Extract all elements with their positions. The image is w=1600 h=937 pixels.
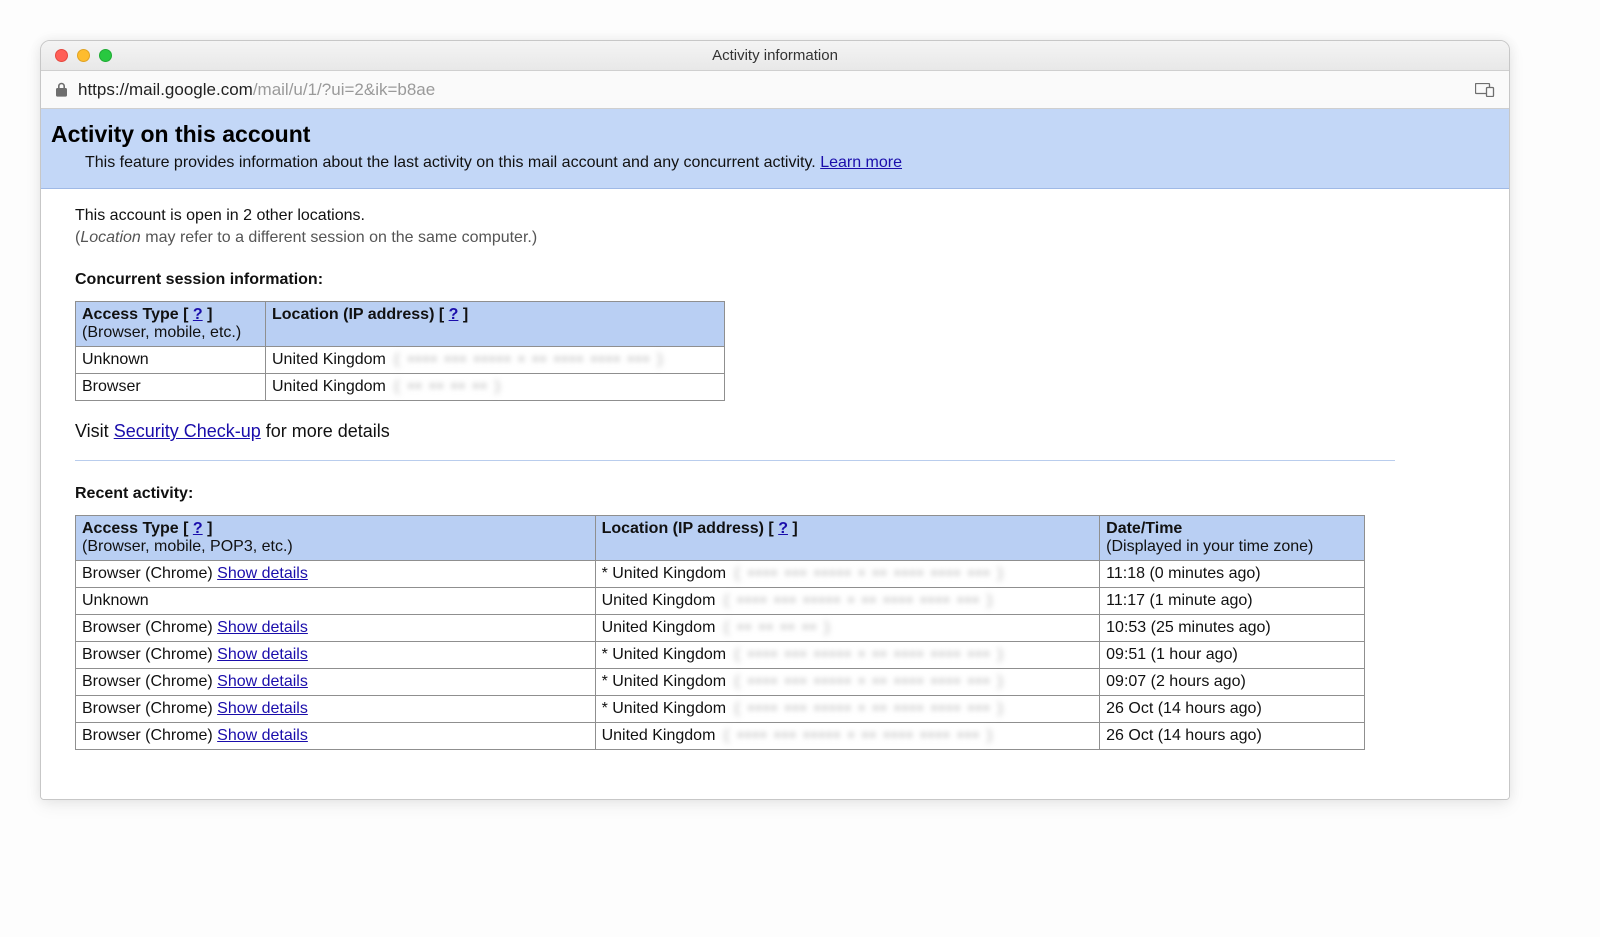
cell-access-type: Browser (Chrome) Show details bbox=[76, 561, 596, 588]
show-details-link[interactable]: Show details bbox=[217, 646, 308, 663]
section-divider bbox=[75, 460, 1395, 461]
cell-datetime: 10:53 (25 minutes ago) bbox=[1100, 615, 1365, 642]
learn-more-link[interactable]: Learn more bbox=[820, 154, 902, 171]
cell-datetime: 26 Oct (14 hours ago) bbox=[1100, 723, 1365, 750]
redacted-ip: ( •••• ••• ••••• • •• •••• •••• ••• ) bbox=[735, 673, 1005, 691]
redacted-ip: ( •••• ••• ••••• • •• •••• •••• ••• ) bbox=[735, 700, 1005, 718]
help-access-type-icon[interactable]: ? bbox=[193, 306, 203, 323]
cell-access-type: Browser bbox=[76, 374, 266, 401]
cell-location: * United Kingdom ( •••• ••• ••••• • •• •… bbox=[595, 561, 1100, 588]
window-title: Activity information bbox=[41, 47, 1509, 64]
show-details-link[interactable]: Show details bbox=[217, 565, 308, 582]
table-row: Browser (Chrome) Show details* United Ki… bbox=[76, 696, 1365, 723]
cell-datetime: 09:07 (2 hours ago) bbox=[1100, 669, 1365, 696]
url-bar[interactable]: https://mail.google.com/mail/u/1/?ui=2&i… bbox=[41, 71, 1509, 109]
browser-window: Activity information https://mail.google… bbox=[40, 40, 1510, 800]
show-details-link[interactable]: Show details bbox=[217, 673, 308, 690]
lock-icon bbox=[55, 82, 68, 97]
cell-location: * United Kingdom ( •••• ••• ••••• • •• •… bbox=[595, 696, 1100, 723]
cell-location: * United Kingdom ( •••• ••• ••••• • •• •… bbox=[595, 669, 1100, 696]
banner-subtext: This feature provides information about … bbox=[85, 154, 1493, 172]
help-location-icon[interactable]: ? bbox=[449, 306, 459, 323]
recent-activity-table: Access Type [ ? ] (Browser, mobile, POP3… bbox=[75, 515, 1365, 750]
activity-banner: Activity on this account This feature pr… bbox=[41, 109, 1509, 189]
redacted-ip: ( •••• ••• ••••• • •• •••• •••• ••• ) bbox=[735, 646, 1005, 664]
open-locations-note: This account is open in 2 other location… bbox=[75, 207, 1509, 225]
cell-datetime: 11:18 (0 minutes ago) bbox=[1100, 561, 1365, 588]
col-access-type: Access Type [ ? ] (Browser, mobile, etc.… bbox=[76, 302, 266, 347]
security-checkup-link[interactable]: Security Check-up bbox=[114, 421, 261, 441]
cell-location: United Kingdom ( •••• ••• ••••• • •• •••… bbox=[595, 588, 1100, 615]
help-location-recent-icon[interactable]: ? bbox=[778, 520, 788, 537]
cell-access-type: Unknown bbox=[76, 588, 596, 615]
url-text: https://mail.google.com/mail/u/1/?ui=2&i… bbox=[78, 81, 435, 98]
cell-datetime: 26 Oct (14 hours ago) bbox=[1100, 696, 1365, 723]
col-location-recent: Location (IP address) [ ? ] bbox=[595, 516, 1100, 561]
redacted-ip: ( •• •• •• •• ) bbox=[394, 378, 502, 396]
cell-location: United Kingdom ( •••• ••• ••••• • •• •••… bbox=[595, 723, 1100, 750]
redacted-ip: ( •••• ••• ••••• • •• •••• •••• ••• ) bbox=[724, 727, 994, 745]
redacted-ip: ( •••• ••• ••••• • •• •••• •••• ••• ) bbox=[735, 565, 1005, 583]
window-titlebar: Activity information bbox=[41, 41, 1509, 71]
help-access-type-recent-icon[interactable]: ? bbox=[193, 520, 203, 537]
cell-access-type: Browser (Chrome) Show details bbox=[76, 669, 596, 696]
url-host: https://mail.google.com bbox=[78, 80, 253, 99]
redacted-ip: ( •••• ••• ••••• • •• •••• •••• ••• ) bbox=[724, 592, 994, 610]
table-row: Browser (Chrome) Show details* United Ki… bbox=[76, 669, 1365, 696]
location-note: (Location may refer to a different sessi… bbox=[75, 229, 1509, 247]
cell-access-type: Browser (Chrome) Show details bbox=[76, 615, 596, 642]
cell-access-type: Browser (Chrome) Show details bbox=[76, 696, 596, 723]
col-datetime: Date/Time (Displayed in your time zone) bbox=[1100, 516, 1365, 561]
cell-access-type: Browser (Chrome) Show details bbox=[76, 723, 596, 750]
url-path: /mail/u/1/?ui=2&ik=b8ae bbox=[253, 80, 435, 99]
page-content: Activity on this account This feature pr… bbox=[41, 109, 1509, 799]
show-details-link[interactable]: Show details bbox=[217, 619, 308, 636]
table-row: UnknownUnited Kingdom ( •••• ••• ••••• •… bbox=[76, 347, 725, 374]
table-row: BrowserUnited Kingdom ( •• •• •• •• ) bbox=[76, 374, 725, 401]
cell-location: * United Kingdom ( •••• ••• ••••• • •• •… bbox=[595, 642, 1100, 669]
security-checkup-line: Visit Security Check-up for more details bbox=[75, 421, 1509, 442]
cell-datetime: 11:17 (1 minute ago) bbox=[1100, 588, 1365, 615]
show-details-link[interactable]: Show details bbox=[217, 700, 308, 717]
recent-activity-title: Recent activity: bbox=[75, 485, 1509, 503]
page-title: Activity on this account bbox=[51, 121, 1493, 148]
table-row: Browser (Chrome) Show detailsUnited King… bbox=[76, 615, 1365, 642]
col-access-type-recent: Access Type [ ? ] (Browser, mobile, POP3… bbox=[76, 516, 596, 561]
cell-location: United Kingdom ( •••• ••• ••••• • •• •••… bbox=[266, 347, 725, 374]
table-row: Browser (Chrome) Show details* United Ki… bbox=[76, 561, 1365, 588]
table-row: Browser (Chrome) Show detailsUnited King… bbox=[76, 723, 1365, 750]
cell-datetime: 09:51 (1 hour ago) bbox=[1100, 642, 1365, 669]
cell-location: United Kingdom ( •• •• •• •• ) bbox=[266, 374, 725, 401]
show-details-link[interactable]: Show details bbox=[217, 727, 308, 744]
redacted-ip: ( •••• ••• ••••• • •• •••• •••• ••• ) bbox=[394, 351, 664, 369]
col-location: Location (IP address) [ ? ] bbox=[266, 302, 725, 347]
cell-access-type: Unknown bbox=[76, 347, 266, 374]
concurrent-sessions-table: Access Type [ ? ] (Browser, mobile, etc.… bbox=[75, 301, 725, 401]
redacted-ip: ( •• •• •• •• ) bbox=[724, 619, 832, 637]
cell-access-type: Browser (Chrome) Show details bbox=[76, 642, 596, 669]
table-row: Browser (Chrome) Show details* United Ki… bbox=[76, 642, 1365, 669]
concurrent-sessions-title: Concurrent session information: bbox=[75, 271, 1509, 289]
responsive-design-icon[interactable] bbox=[1475, 83, 1495, 97]
table-row: UnknownUnited Kingdom ( •••• ••• ••••• •… bbox=[76, 588, 1365, 615]
cell-location: United Kingdom ( •• •• •• •• ) bbox=[595, 615, 1100, 642]
